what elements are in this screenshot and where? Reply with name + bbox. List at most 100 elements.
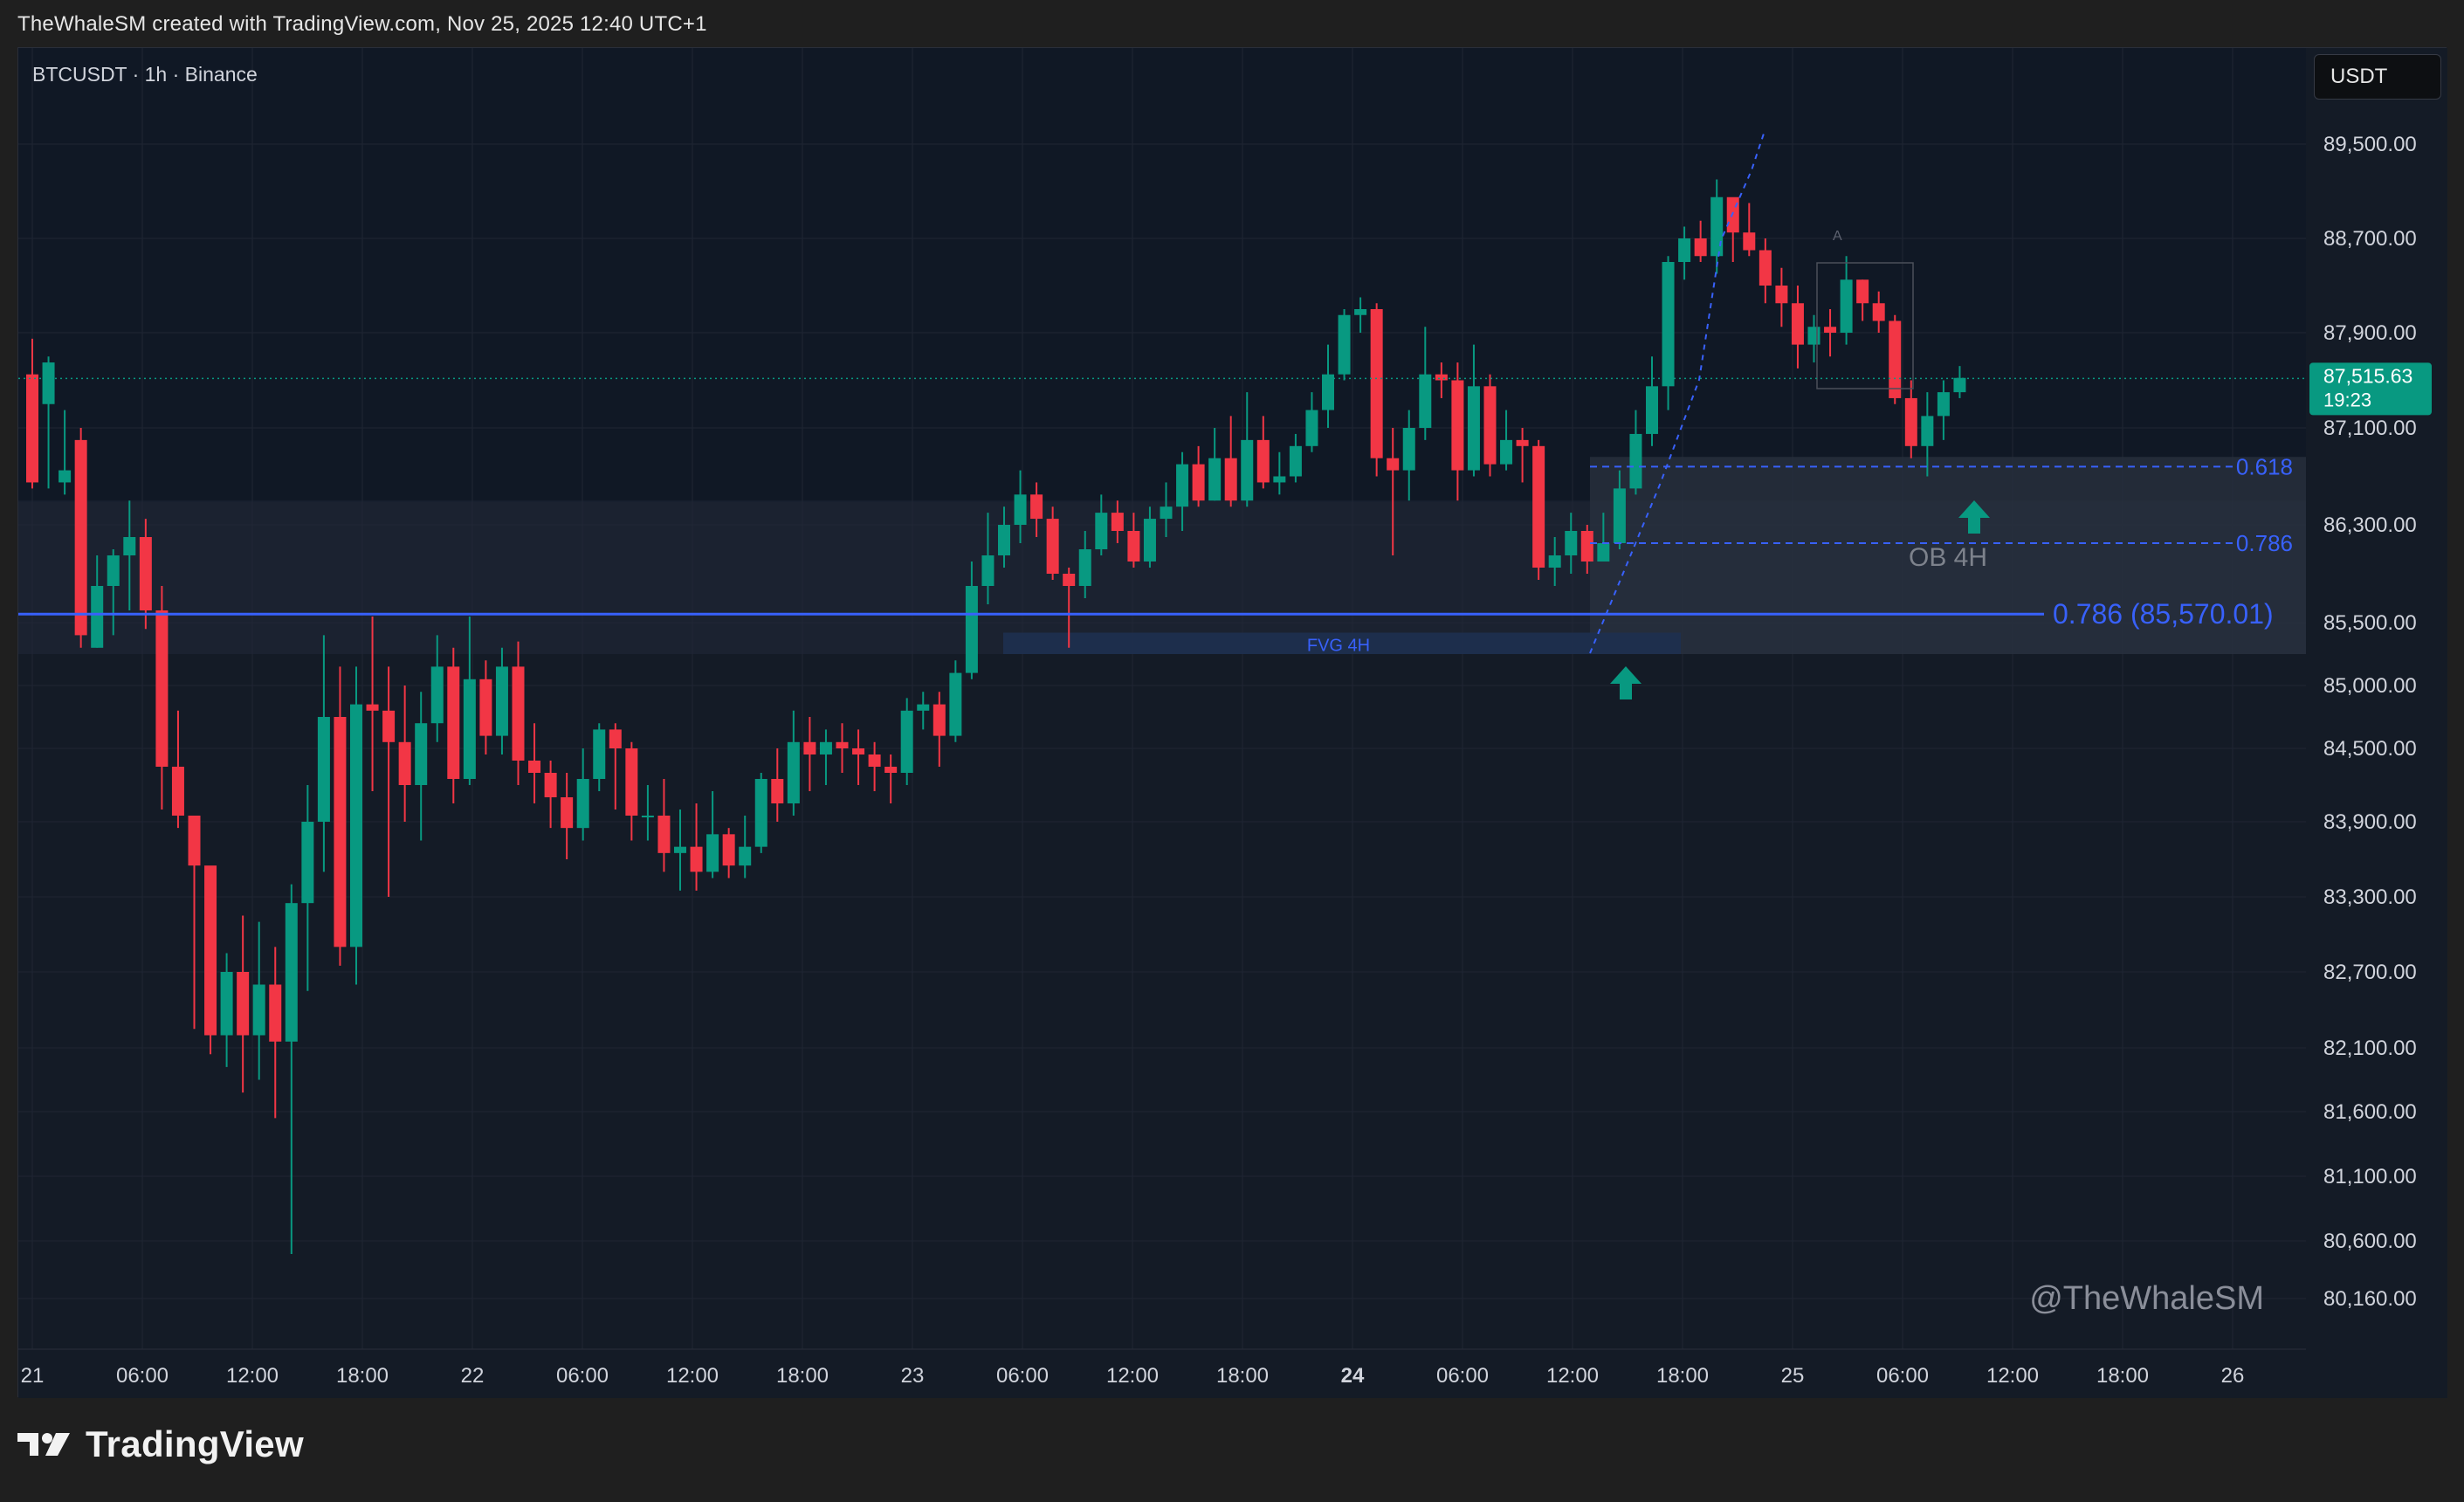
candle-body[interactable] xyxy=(674,846,686,853)
candle-body[interactable] xyxy=(1516,439,1529,446)
candle[interactable] xyxy=(900,698,913,785)
candle-body[interactable] xyxy=(204,865,217,1036)
candle-body[interactable] xyxy=(1143,519,1156,562)
candle-body[interactable] xyxy=(965,586,978,673)
candle[interactable] xyxy=(1338,309,1351,381)
candle-body[interactable] xyxy=(1273,476,1286,483)
candle[interactable] xyxy=(1889,314,1902,404)
candle-body[interactable] xyxy=(220,972,233,1036)
candle-body[interactable] xyxy=(1548,555,1561,568)
candle-body[interactable] xyxy=(171,767,184,816)
candle-body[interactable] xyxy=(739,846,752,866)
candle-body[interactable] xyxy=(1176,464,1189,507)
candle-body[interactable] xyxy=(1241,439,1254,501)
candle-body[interactable] xyxy=(641,816,654,817)
candle-body[interactable] xyxy=(1322,374,1334,410)
candle-body[interactable] xyxy=(1483,386,1497,465)
candle-body[interactable] xyxy=(1629,433,1642,489)
candle-body[interactable] xyxy=(107,555,120,586)
candle-body[interactable] xyxy=(1402,428,1415,471)
candle-body[interactable] xyxy=(1921,416,1934,446)
candle-body[interactable] xyxy=(1467,386,1480,471)
candle-body[interactable] xyxy=(1953,377,1966,393)
candle-body[interactable] xyxy=(1791,303,1804,345)
candle-body[interactable] xyxy=(155,610,169,767)
candle-body[interactable] xyxy=(1354,309,1367,315)
candle-body[interactable] xyxy=(1904,397,1917,446)
candle-body[interactable] xyxy=(415,723,428,785)
candle-body[interactable] xyxy=(900,710,913,773)
candle-body[interactable] xyxy=(998,525,1010,555)
candle-body[interactable] xyxy=(382,710,396,742)
candle-body[interactable] xyxy=(74,439,87,636)
candle-body[interactable] xyxy=(1338,314,1351,375)
candle-body[interactable] xyxy=(91,586,104,648)
candle[interactable] xyxy=(204,865,217,1055)
currency-button[interactable]: USDT xyxy=(2314,54,2441,100)
candle-body[interactable] xyxy=(1710,196,1724,257)
candle-body[interactable] xyxy=(722,834,735,866)
candle-body[interactable] xyxy=(933,704,946,736)
candle-body[interactable] xyxy=(1759,250,1772,286)
candle-body[interactable] xyxy=(350,704,362,947)
candle-body[interactable] xyxy=(787,741,800,803)
candle-body[interactable] xyxy=(690,846,703,872)
candle-body[interactable] xyxy=(1580,531,1593,562)
candle-body[interactable] xyxy=(1662,262,1675,387)
candle[interactable] xyxy=(350,666,362,985)
candle-body[interactable] xyxy=(26,374,38,483)
candle-body[interactable] xyxy=(479,679,492,736)
candle-body[interactable] xyxy=(1694,238,1707,257)
candle-body[interactable] xyxy=(1387,458,1400,471)
candle-body[interactable] xyxy=(1435,374,1448,381)
candle[interactable] xyxy=(1483,374,1497,477)
candle-body[interactable] xyxy=(609,729,622,748)
candle-body[interactable] xyxy=(625,748,638,816)
candle-body[interactable] xyxy=(1743,232,1756,251)
candle-body[interactable] xyxy=(398,741,411,785)
candle-body[interactable] xyxy=(1046,519,1059,574)
candle-body[interactable] xyxy=(819,741,832,754)
candle-body[interactable] xyxy=(1208,458,1222,501)
candle[interactable] xyxy=(754,773,767,853)
candle-body[interactable] xyxy=(1224,458,1237,501)
candle-body[interactable] xyxy=(301,822,314,904)
candle-body[interactable] xyxy=(1775,286,1788,304)
candle-body[interactable] xyxy=(1613,488,1626,543)
candle-body[interactable] xyxy=(593,729,606,779)
candle-body[interactable] xyxy=(1192,464,1205,501)
candle-body[interactable] xyxy=(123,537,136,555)
chart-pane[interactable]: FVG 4H 0.618 0.786 0.786 (85,570.01) OB 4H A… xyxy=(17,47,2447,1398)
candle[interactable] xyxy=(1532,439,1545,580)
candle-body[interactable] xyxy=(706,834,719,872)
candlestick-chart[interactable]: FVG 4H 0.618 0.786 0.786 (85,570.01) OB 4H A… xyxy=(18,48,2447,1398)
candle-body[interactable] xyxy=(1419,374,1432,428)
candle-body[interactable] xyxy=(917,704,930,711)
candle-body[interactable] xyxy=(1370,309,1383,458)
candle-body[interactable] xyxy=(884,767,898,773)
candle-body[interactable] xyxy=(528,761,541,773)
candle-body[interactable] xyxy=(981,555,995,586)
candle-body[interactable] xyxy=(1111,513,1124,531)
candle-body[interactable] xyxy=(754,779,767,847)
candle-body[interactable] xyxy=(317,717,330,822)
candle-body[interactable] xyxy=(1095,513,1108,549)
candle-body[interactable] xyxy=(1872,303,1885,321)
candle-body[interactable] xyxy=(1824,327,1837,333)
candle[interactable] xyxy=(1370,303,1383,477)
candle-body[interactable] xyxy=(1078,549,1091,586)
candle-body[interactable] xyxy=(237,972,250,1036)
candle-body[interactable] xyxy=(1160,506,1173,520)
candle-body[interactable] xyxy=(366,704,379,711)
candle-body[interactable] xyxy=(1807,327,1820,345)
candle-body[interactable] xyxy=(949,672,962,736)
candle-body[interactable] xyxy=(188,816,201,866)
candle-body[interactable] xyxy=(495,666,508,736)
candle-body[interactable] xyxy=(1256,439,1270,483)
candle-body[interactable] xyxy=(1289,445,1302,477)
candle-body[interactable] xyxy=(269,984,282,1042)
candle-body[interactable] xyxy=(852,748,865,754)
candle-body[interactable] xyxy=(252,984,265,1036)
candle-body[interactable] xyxy=(1500,439,1513,465)
candle-body[interactable] xyxy=(430,666,444,724)
